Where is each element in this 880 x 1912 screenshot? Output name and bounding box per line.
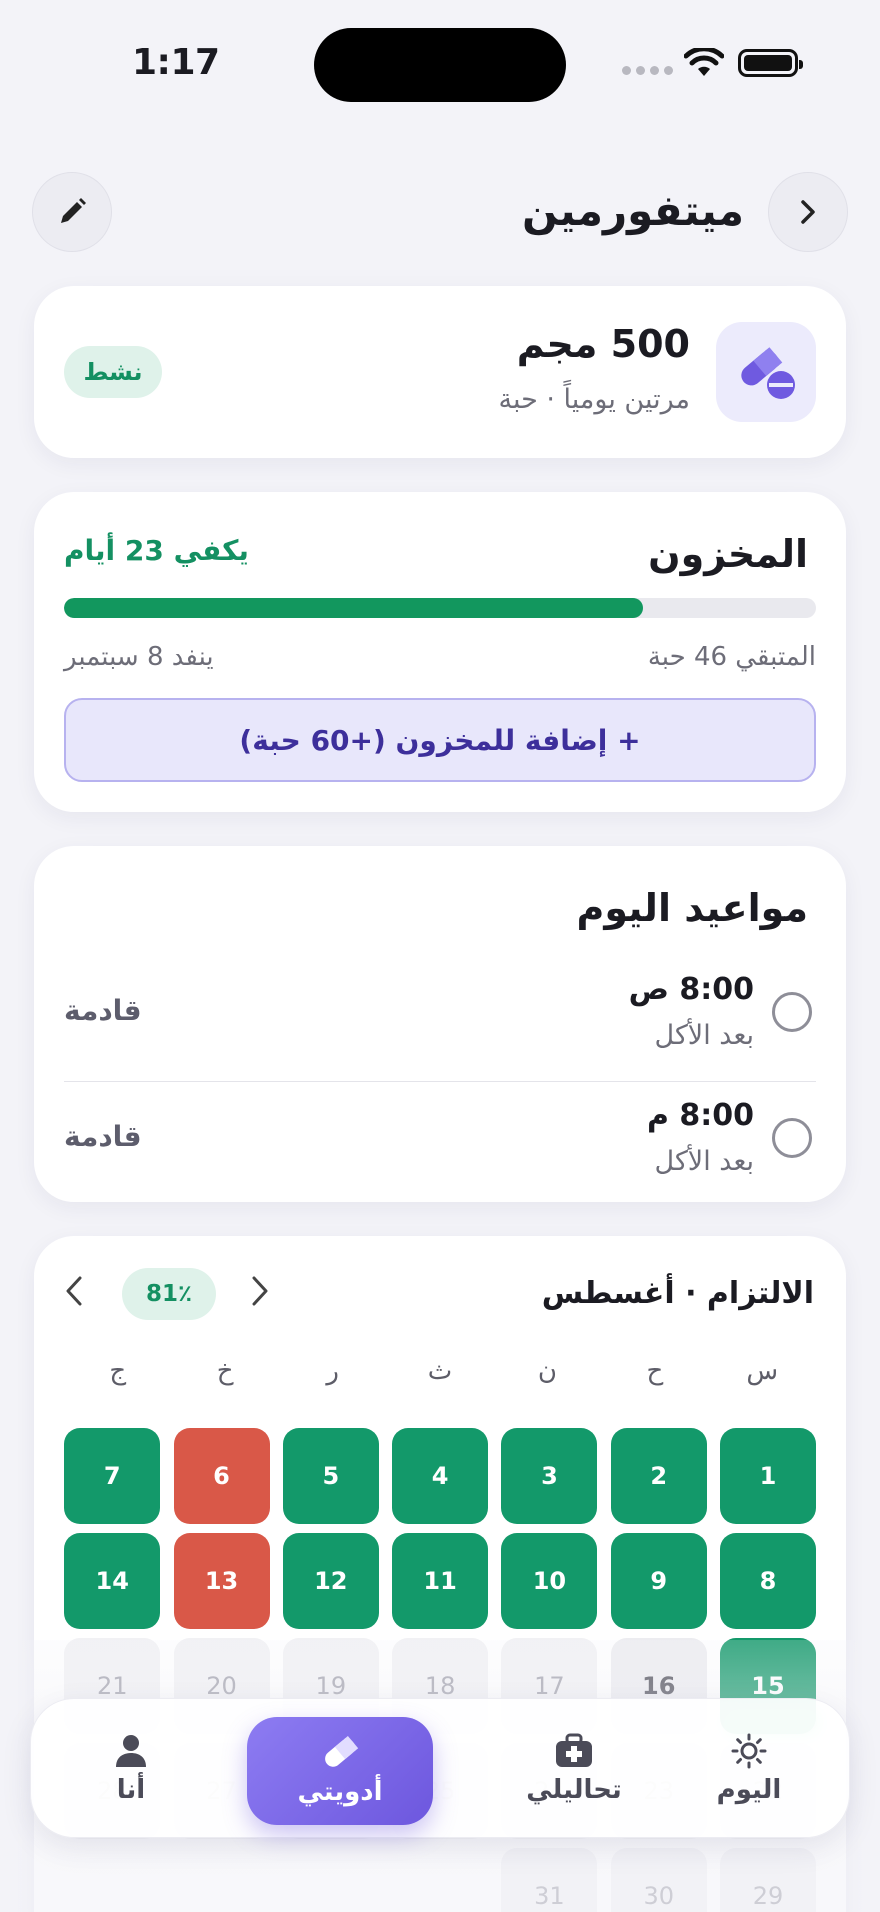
weekday-label: خ: [216, 1356, 234, 1386]
status-bar: 1:17: [0, 0, 880, 130]
dose-note: بعد الأكل: [654, 1146, 755, 1177]
stock-runout-date: ينفد 8 سبتمبر: [64, 642, 214, 672]
tab-tests[interactable]: تحاليلي: [489, 1699, 659, 1839]
dose-card: 500 مجم مرتين يومياً · حبة نشط: [34, 286, 846, 458]
chevron-right-icon[interactable]: [246, 1274, 274, 1308]
calendar-day[interactable]: 3: [501, 1428, 598, 1524]
calendar-day[interactable]: 7: [64, 1428, 161, 1524]
pills-icon: [741, 347, 795, 399]
sun-icon: [731, 1733, 767, 1769]
weekday-header: س ح ن ث ر خ ج: [64, 1356, 816, 1396]
tab-me-label: أنا: [116, 1775, 146, 1805]
adherence-calendar: 1234567891011121314151617181920212223242…: [64, 1428, 816, 1912]
tab-bar: اليوم تحاليلي أدويتي أنا: [30, 1698, 850, 1838]
weekday-label: س: [746, 1356, 779, 1386]
divider: [64, 1081, 816, 1082]
medical-kit-icon: [556, 1733, 592, 1767]
dynamic-island: [314, 28, 566, 102]
tab-meds[interactable]: أدويتي: [247, 1717, 433, 1825]
edit-button[interactable]: [32, 172, 112, 252]
dose-time: 8:00 م: [646, 1098, 754, 1133]
pill-icon: [325, 1735, 359, 1767]
stock-title: المخزون: [648, 532, 808, 576]
weekday-label: ث: [427, 1356, 453, 1386]
status-badge: نشط: [64, 346, 162, 398]
weekday-label: ج: [109, 1356, 127, 1386]
wifi-icon: [684, 48, 724, 76]
chevron-right-icon: [801, 200, 815, 224]
dose-time: 8:00 ص: [628, 972, 754, 1007]
adherence-title: الالتزام · أغسطس: [541, 1276, 814, 1311]
calendar-day[interactable]: 6: [173, 1428, 270, 1524]
calendar-day[interactable]: 31: [501, 1848, 598, 1912]
calendar-day[interactable]: 8: [720, 1533, 816, 1629]
calendar-day[interactable]: 30: [610, 1848, 707, 1912]
status-time: 1:17: [132, 42, 220, 83]
tab-me[interactable]: أنا: [71, 1699, 191, 1839]
calendar-day[interactable]: 12: [282, 1533, 379, 1629]
weekday-label: ن: [537, 1356, 557, 1386]
calendar-day[interactable]: 9: [610, 1533, 707, 1629]
battery-icon: [738, 49, 803, 77]
dose-note: بعد الأكل: [654, 1020, 755, 1051]
tab-meds-label: أدويتي: [297, 1777, 383, 1807]
schedule-card: مواعيد اليوم 8:00 ص بعد الأكل قادمة 8:00…: [34, 846, 846, 1202]
dose-schedule: مرتين يومياً · حبة: [498, 384, 690, 415]
chevron-left-icon[interactable]: [60, 1274, 88, 1308]
pill-tile: [716, 322, 816, 422]
weekday-label: ح: [646, 1356, 664, 1386]
tab-today-label: اليوم: [716, 1775, 782, 1805]
stock-progress-fill: [64, 598, 644, 618]
calendar-day[interactable]: 29: [720, 1848, 816, 1912]
calendar-day[interactable]: 4: [392, 1428, 489, 1524]
pencil-icon: [61, 198, 86, 223]
dose-status: قادمة: [64, 1120, 142, 1153]
calendar-day[interactable]: 2: [610, 1428, 707, 1524]
schedule-title: مواعيد اليوم: [576, 886, 808, 930]
dose-check-circle[interactable]: [772, 992, 812, 1032]
calendar-day[interactable]: 10: [501, 1533, 598, 1629]
dose-status: قادمة: [64, 994, 142, 1027]
add-stock-button[interactable]: + إضافة للمخزون (+60 حبة): [64, 698, 816, 782]
stock-days-left: يكفي 23 أيام: [64, 534, 249, 567]
stock-remaining: المتبقي 46 حبة: [647, 642, 816, 672]
back-button[interactable]: [768, 172, 848, 252]
calendar-day[interactable]: 11: [392, 1533, 489, 1629]
dose-row[interactable]: 8:00 م بعد الأكل قادمة: [64, 1081, 816, 1208]
dose-check-circle[interactable]: [772, 1118, 812, 1158]
page-title: ميتفورمين: [522, 186, 744, 235]
dose-row[interactable]: 8:00 ص بعد الأكل قادمة: [64, 956, 816, 1082]
calendar-day[interactable]: 5: [282, 1428, 379, 1524]
dose-strength: 500 مجم: [516, 322, 690, 366]
stock-card: المخزون يكفي 23 أيام المتبقي 46 حبة ينفد…: [34, 492, 846, 812]
calendar-day[interactable]: 13: [173, 1533, 270, 1629]
weekday-label: ر: [326, 1356, 339, 1386]
calendar-day[interactable]: 14: [64, 1533, 161, 1629]
signal-dots-icon: [622, 66, 673, 75]
adherence-percent-badge: 81٪: [122, 1268, 216, 1320]
calendar-day[interactable]: 1: [720, 1428, 816, 1524]
tab-tests-label: تحاليلي: [526, 1775, 622, 1805]
stock-progress-bar: [64, 598, 816, 618]
tab-today[interactable]: اليوم: [669, 1699, 829, 1839]
person-icon: [116, 1735, 146, 1767]
